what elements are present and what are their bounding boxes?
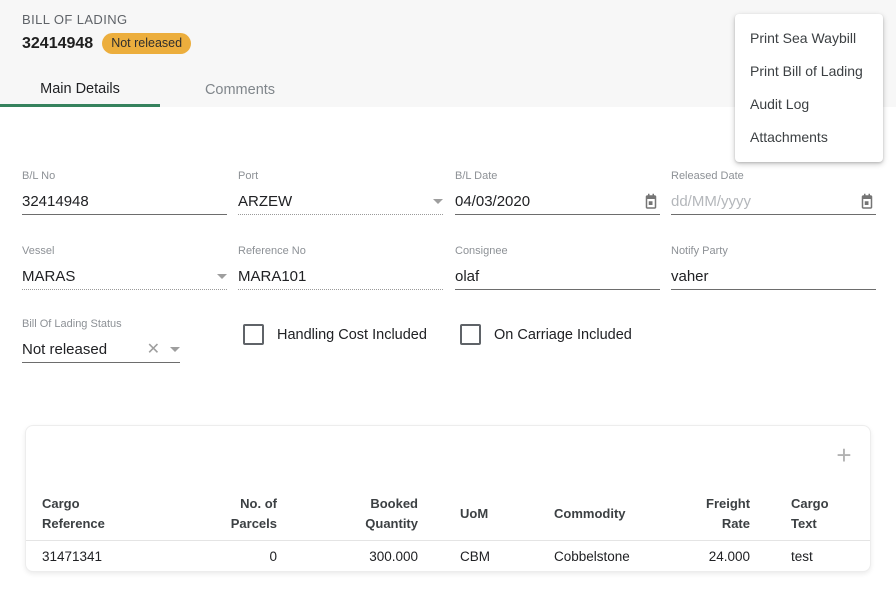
- add-cargo-button[interactable]: +: [832, 444, 856, 468]
- bl-no-field: B/L No: [22, 170, 227, 215]
- actions-menu: Print Sea Waybill Print Bill of Lading A…: [735, 14, 883, 162]
- cargo-table-card: + Cargo Reference No. of Parcels Booked …: [25, 425, 871, 572]
- vessel-value: MARAS: [22, 268, 211, 285]
- on-carriage-checkbox[interactable]: On Carriage Included: [460, 324, 632, 345]
- calendar-icon[interactable]: [642, 193, 660, 211]
- released-date-input[interactable]: [671, 193, 858, 210]
- notify-party-input[interactable]: [671, 268, 876, 285]
- status-badge: Not released: [102, 33, 191, 54]
- tab-main-details-label: Main Details: [40, 81, 120, 97]
- tab-main-details[interactable]: Main Details: [0, 73, 160, 107]
- notify-party-label: Notify Party: [671, 245, 876, 257]
- consignee-field: Consignee: [455, 245, 660, 290]
- bl-no-input[interactable]: [22, 193, 227, 210]
- bl-no-label: B/L No: [22, 170, 227, 182]
- reference-no-value: MARA101: [238, 268, 443, 285]
- consignee-input[interactable]: [455, 268, 660, 285]
- vessel-label: Vessel: [22, 245, 227, 257]
- port-field: Port ARZEW: [238, 170, 443, 215]
- cell-commodity: Cobbelstone: [554, 549, 662, 564]
- released-date-label: Released Date: [671, 170, 876, 182]
- cargo-table-header: Cargo Reference No. of Parcels Booked Qu…: [26, 485, 870, 543]
- handling-cost-checkbox[interactable]: Handling Cost Included: [243, 324, 427, 345]
- cargo-table-row[interactable]: 31471341 0 300.000 CBM Cobbelstone 24.00…: [26, 540, 870, 571]
- bl-status-select[interactable]: Not released ✕: [22, 337, 180, 363]
- cell-booked-quantity: 300.000: [277, 549, 418, 564]
- bl-date-label: B/L Date: [455, 170, 660, 182]
- checkbox-icon[interactable]: [460, 324, 481, 345]
- tab-comments-label: Comments: [205, 82, 275, 98]
- cell-no-of-parcels: 0: [237, 549, 277, 564]
- cell-freight-rate: 24.000: [662, 549, 750, 564]
- port-label: Port: [238, 170, 443, 182]
- chevron-down-icon: [217, 274, 227, 279]
- col-uom: UoM: [418, 504, 554, 524]
- bl-number: 32414948: [22, 35, 93, 53]
- bl-number-row: 32414948 Not released: [22, 33, 191, 54]
- bl-status-value: Not released: [22, 341, 147, 358]
- menu-item-attachments[interactable]: Attachments: [735, 121, 883, 154]
- menu-item-print-bill-of-lading[interactable]: Print Bill of Lading: [735, 55, 883, 88]
- port-value: ARZEW: [238, 193, 427, 210]
- checkbox-icon[interactable]: [243, 324, 264, 345]
- col-cargo-text: Cargo Text: [750, 494, 856, 534]
- bl-status-label: Bill Of Lading Status: [22, 318, 180, 330]
- chevron-down-icon: [433, 199, 443, 204]
- col-no-of-parcels: No. of Parcels: [237, 494, 277, 534]
- menu-item-audit-log[interactable]: Audit Log: [735, 88, 883, 121]
- tab-comments[interactable]: Comments: [160, 73, 320, 107]
- vessel-select[interactable]: MARAS: [22, 264, 227, 290]
- port-select[interactable]: ARZEW: [238, 189, 443, 215]
- handling-cost-label: Handling Cost Included: [277, 327, 427, 343]
- clear-icon[interactable]: ✕: [147, 342, 160, 358]
- consignee-label: Consignee: [455, 245, 660, 257]
- notify-party-field: Notify Party: [671, 245, 876, 290]
- released-date-field: Released Date: [671, 170, 876, 215]
- col-freight-rate: Freight Rate: [662, 494, 750, 534]
- vessel-field: Vessel MARAS: [22, 245, 227, 290]
- bl-date-input[interactable]: [455, 193, 642, 210]
- on-carriage-label: On Carriage Included: [494, 327, 632, 343]
- reference-no-label: Reference No: [238, 245, 443, 257]
- menu-item-print-sea-waybill[interactable]: Print Sea Waybill: [735, 22, 883, 55]
- tab-bar: Main Details Comments: [0, 73, 320, 107]
- col-booked-quantity: Booked Quantity: [277, 494, 418, 534]
- bl-date-field: B/L Date: [455, 170, 660, 215]
- cell-uom: CBM: [418, 549, 554, 564]
- cell-cargo-reference: 31471341: [42, 549, 237, 564]
- col-commodity: Commodity: [554, 504, 662, 524]
- chevron-down-icon: [170, 347, 180, 352]
- page-title: BILL OF LADING: [22, 12, 128, 27]
- bill-of-lading-page: BILL OF LADING 32414948 Not released Mai…: [0, 0, 896, 599]
- bl-status-field: Bill Of Lading Status Not released ✕: [22, 318, 180, 363]
- calendar-icon[interactable]: [858, 193, 876, 211]
- col-cargo-reference: Cargo Reference: [42, 494, 237, 534]
- reference-no-field: Reference No MARA101: [238, 245, 443, 290]
- cell-cargo-text: test: [750, 549, 856, 564]
